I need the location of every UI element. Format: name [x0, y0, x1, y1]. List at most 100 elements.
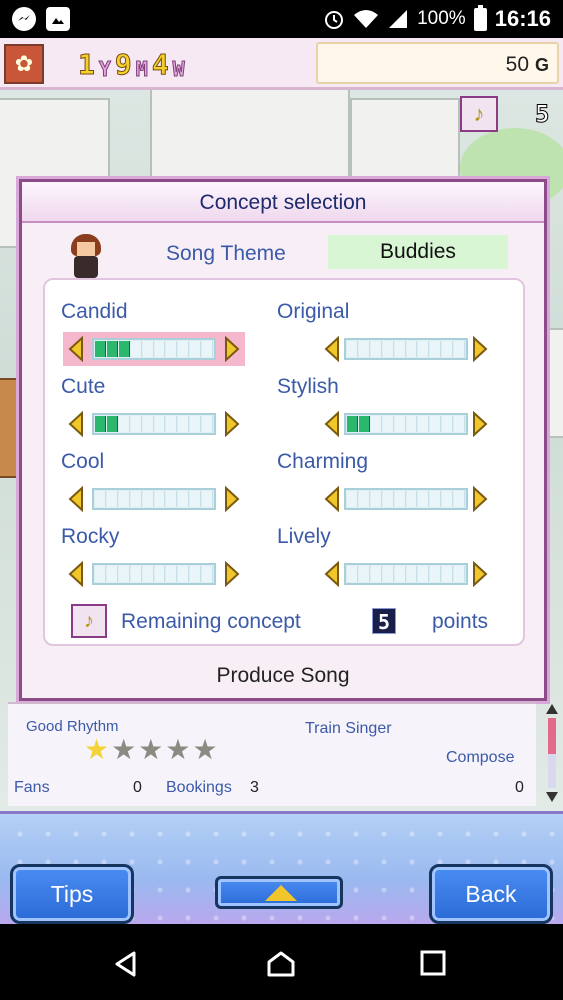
- battery-icon: [473, 4, 487, 31]
- concept-slider-charming[interactable]: [319, 482, 493, 516]
- decrease-arrow-icon[interactable]: [67, 410, 85, 438]
- level-segment: [394, 416, 406, 432]
- rhythm-stars: ★ ★ ★ ★ ★: [84, 736, 218, 764]
- increase-arrow-icon[interactable]: [223, 410, 241, 438]
- increase-arrow-icon[interactable]: [223, 485, 241, 513]
- record-count: 5: [534, 100, 550, 129]
- status-bar: 100% 16:16: [0, 0, 563, 38]
- concept-slider-stylish[interactable]: [319, 407, 493, 441]
- level-segment: [166, 491, 178, 507]
- concept-slider-original[interactable]: [319, 332, 493, 366]
- level-segment: [178, 566, 190, 582]
- season-leaf-icon: ✿: [4, 44, 44, 84]
- concept-slider-rocky[interactable]: [63, 557, 245, 591]
- back-button[interactable]: Back: [429, 864, 553, 924]
- level-segment: [394, 341, 406, 357]
- level-segment: [454, 341, 466, 357]
- level-segment: [418, 566, 430, 582]
- rating-star-icon: ★: [138, 734, 164, 765]
- level-segment: [130, 566, 142, 582]
- level-segment: [442, 341, 454, 357]
- level-segment: [418, 341, 430, 357]
- level-segment: [442, 566, 454, 582]
- decrease-arrow-icon[interactable]: [323, 485, 341, 513]
- level-segment: [118, 566, 130, 582]
- level-segment: [118, 416, 130, 432]
- decrease-arrow-icon[interactable]: [67, 485, 85, 513]
- level-segment: [406, 416, 418, 432]
- scroll-thumb[interactable]: [548, 718, 556, 754]
- level-segment: [202, 341, 214, 357]
- concept-level-track: [92, 338, 216, 360]
- android-nav-bar: [0, 924, 563, 1000]
- level-segment: [406, 566, 418, 582]
- nav-home-icon[interactable]: [266, 950, 296, 978]
- concept-label-cute: Cute: [61, 375, 106, 398]
- background-building: [150, 88, 350, 178]
- concept-slider-candid[interactable]: [63, 332, 245, 366]
- bookings-label: Bookings: [166, 779, 232, 796]
- singer-label: Train Singer: [305, 720, 392, 737]
- level-segment: [454, 491, 466, 507]
- level-segment: [154, 341, 166, 357]
- messenger-icon: [12, 7, 36, 31]
- remaining-value: 5: [372, 608, 396, 634]
- decrease-arrow-icon[interactable]: [323, 560, 341, 588]
- decrease-arrow-icon[interactable]: [323, 410, 341, 438]
- date-month-unit: M: [135, 57, 148, 82]
- info-scrollbar[interactable]: [546, 704, 558, 804]
- produce-song-button[interactable]: Produce Song: [22, 664, 544, 688]
- concept-slider-cool[interactable]: [63, 482, 245, 516]
- level-segment: [190, 416, 202, 432]
- level-segment: [130, 416, 142, 432]
- tips-button[interactable]: Tips: [10, 864, 134, 924]
- top-hud: ✿ 1 Y 9 M 4 W 50 G: [0, 38, 563, 90]
- decrease-arrow-icon[interactable]: [67, 335, 85, 363]
- decrease-arrow-icon[interactable]: [323, 335, 341, 363]
- level-segment: [394, 491, 406, 507]
- concept-level-track: [92, 413, 216, 435]
- scroll-up-icon[interactable]: [546, 704, 558, 714]
- decrease-arrow-icon[interactable]: [67, 560, 85, 588]
- concept-label-rocky: Rocky: [61, 525, 120, 548]
- concept-label-charming: Charming: [277, 450, 369, 473]
- rhythm-label: Good Rhythm: [26, 718, 119, 735]
- nav-back-icon[interactable]: [112, 950, 140, 978]
- increase-arrow-icon[interactable]: [223, 335, 241, 363]
- nav-recents-icon[interactable]: [420, 950, 446, 976]
- level-segment: [382, 566, 394, 582]
- record-icon[interactable]: ♪: [460, 96, 498, 132]
- clock: 16:16: [494, 6, 551, 31]
- song-info-panel: Good Rhythm ★ ★ ★ ★ ★ Train Singer Compose F…: [8, 702, 536, 806]
- level-segment: [347, 491, 358, 507]
- song-theme-value[interactable]: Buddies: [328, 235, 508, 269]
- concept-level-track: [344, 338, 468, 360]
- level-segment: [442, 491, 454, 507]
- increase-arrow-icon[interactable]: [223, 560, 241, 588]
- concept-slider-cute[interactable]: [63, 407, 245, 441]
- level-segment: [154, 491, 166, 507]
- level-segment: [106, 416, 118, 432]
- level-segment: [442, 416, 454, 432]
- level-segment: [178, 416, 190, 432]
- concept-slider-lively[interactable]: [319, 557, 493, 591]
- level-segment: [430, 491, 442, 507]
- increase-arrow-icon[interactable]: [471, 335, 489, 363]
- battery-percent: 100%: [417, 8, 466, 29]
- level-segment: [454, 416, 466, 432]
- song-theme-label: Song Theme: [166, 242, 286, 265]
- rating-star-icon: ★: [84, 734, 110, 765]
- compose-value: 0: [515, 779, 524, 796]
- increase-arrow-icon[interactable]: [471, 485, 489, 513]
- expand-menu-button[interactable]: [215, 876, 343, 909]
- level-segment: [370, 341, 382, 357]
- concept-label-stylish: Stylish: [277, 375, 339, 398]
- level-segment: [358, 416, 370, 432]
- increase-arrow-icon[interactable]: [471, 560, 489, 588]
- scroll-down-icon[interactable]: [546, 792, 558, 802]
- alarm-icon: [325, 11, 344, 29]
- rating-star-icon: ★: [111, 734, 137, 765]
- money-display: 50 G: [316, 42, 559, 84]
- level-segment: [142, 416, 154, 432]
- increase-arrow-icon[interactable]: [471, 410, 489, 438]
